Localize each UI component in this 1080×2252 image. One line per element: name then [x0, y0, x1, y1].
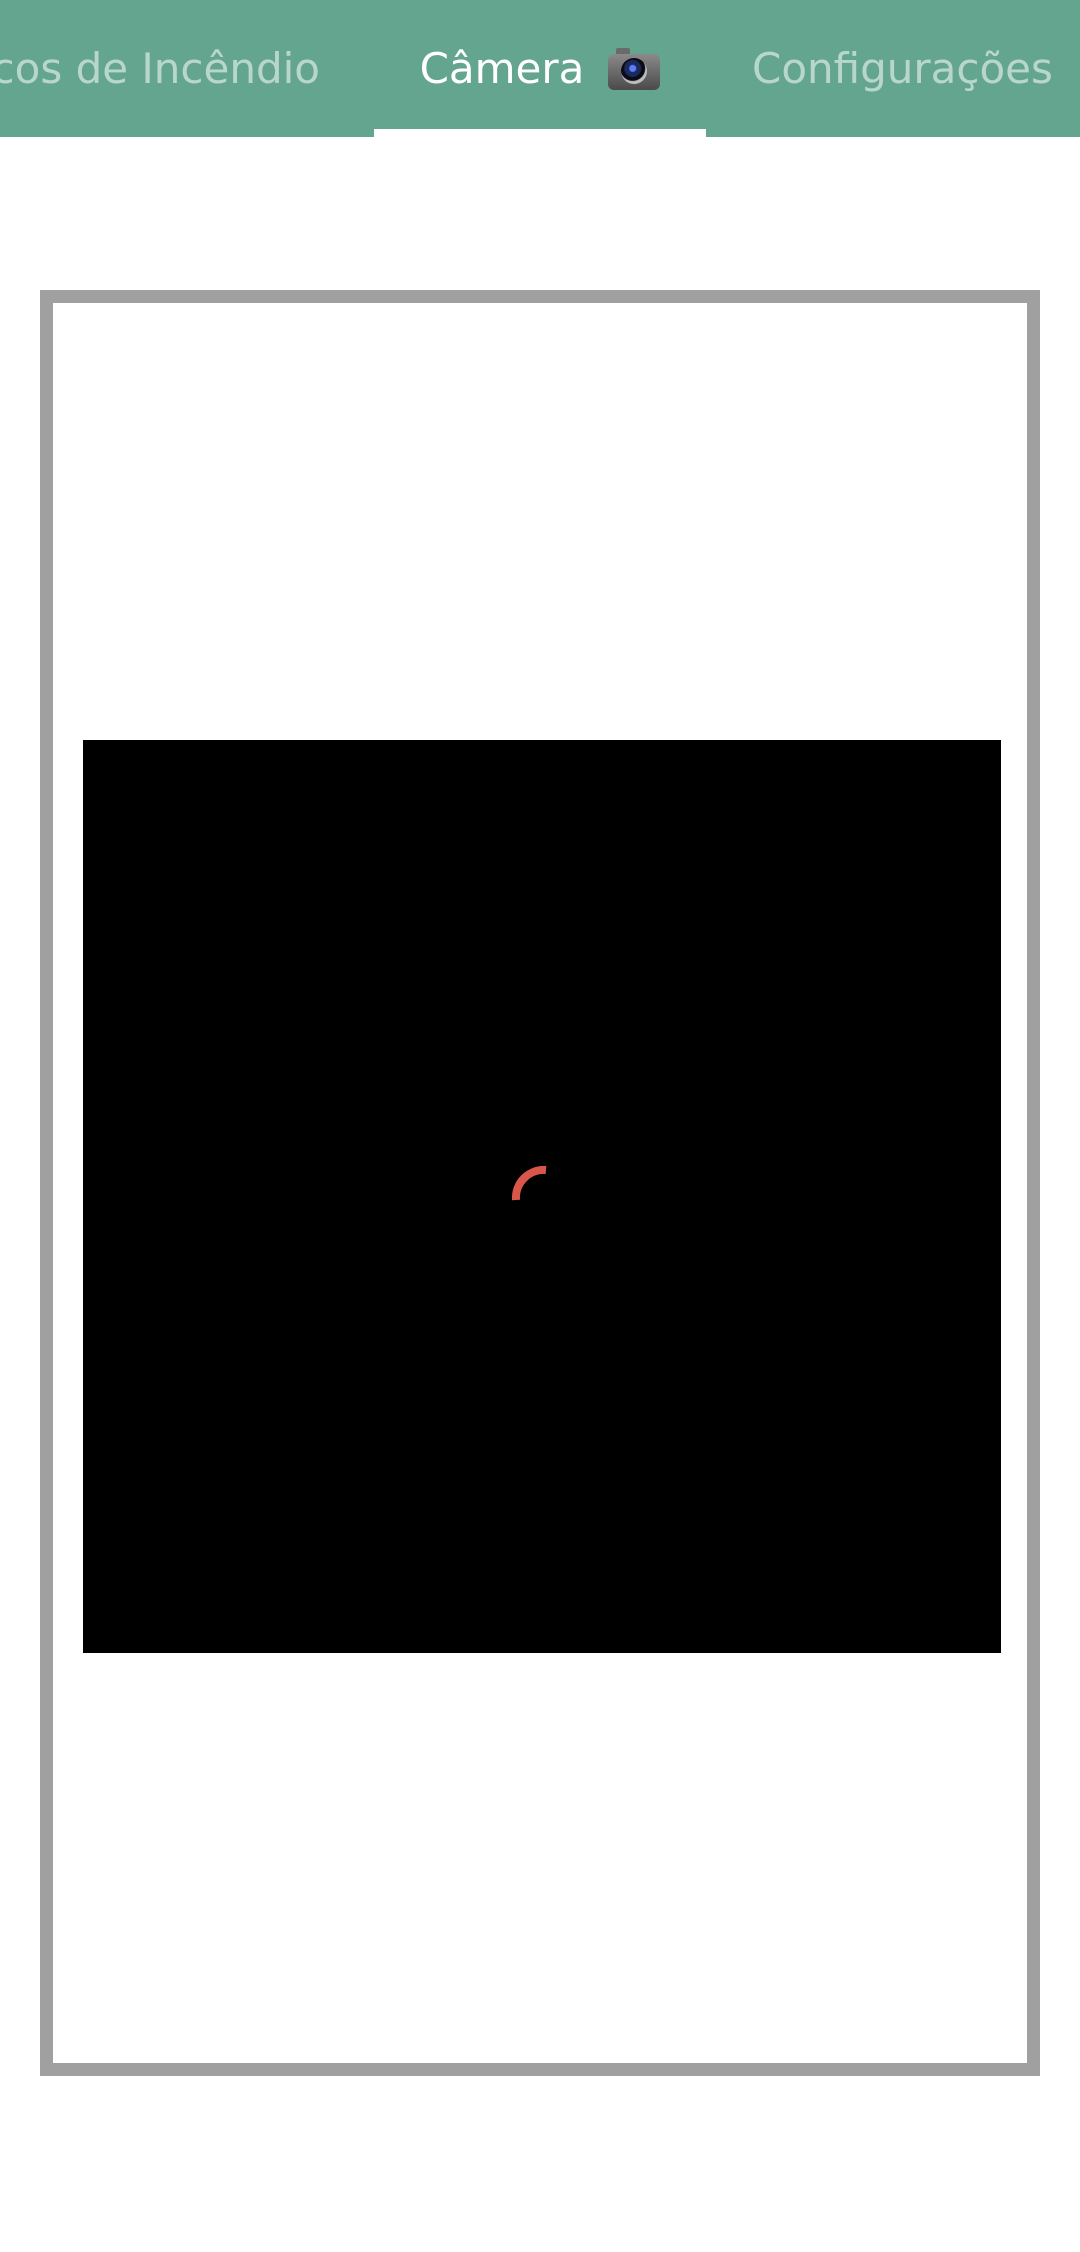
tab-label: Configurações: [752, 44, 1053, 93]
camera-preview[interactable]: [83, 740, 1001, 1653]
active-tab-indicator: [374, 129, 706, 137]
tab-camera[interactable]: Câmera: [374, 0, 706, 137]
camera-icon: [608, 47, 661, 90]
tab-label: Câmera: [419, 44, 585, 93]
top-tab-bar: Focos de Incêndio Câmera Configurações: [0, 0, 1080, 137]
tab-label: Focos de Incêndio: [0, 44, 320, 93]
tab-focos-de-incendio[interactable]: Focos de Incêndio: [0, 0, 320, 137]
tab-configuracoes[interactable]: Configurações: [706, 0, 1080, 137]
